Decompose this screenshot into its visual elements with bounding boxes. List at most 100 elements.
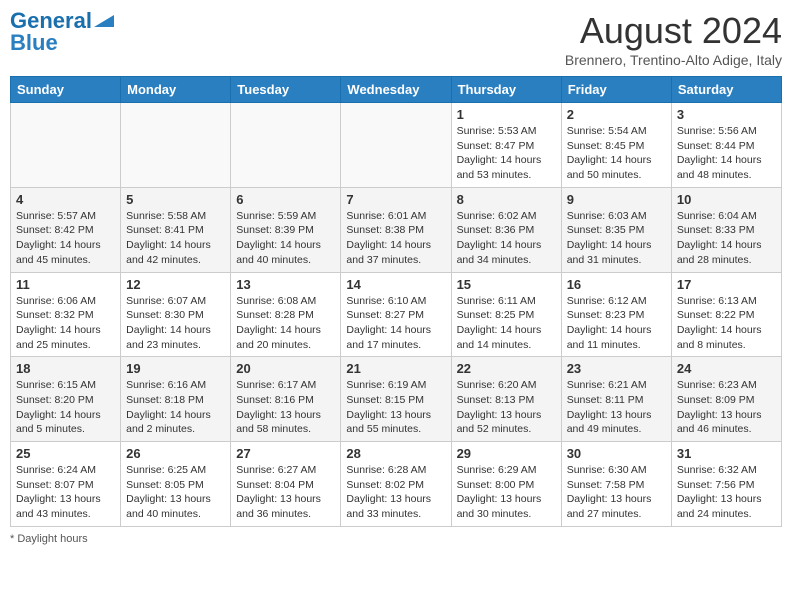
footer-note: * Daylight hours bbox=[10, 533, 782, 545]
day-info: Sunrise: 6:07 AMSunset: 8:30 PMDaylight:… bbox=[126, 294, 225, 353]
day-info: Sunrise: 5:59 AMSunset: 8:39 PMDaylight:… bbox=[236, 209, 335, 268]
day-info: Sunrise: 6:04 AMSunset: 8:33 PMDaylight:… bbox=[677, 209, 776, 268]
day-info: Sunrise: 6:02 AMSunset: 8:36 PMDaylight:… bbox=[457, 209, 556, 268]
calendar-cell: 16 Sunrise: 6:12 AMSunset: 8:23 PMDayligh… bbox=[561, 272, 671, 357]
day-number: 4 bbox=[16, 192, 115, 207]
day-number: 27 bbox=[236, 446, 335, 461]
day-info: Sunrise: 6:01 AMSunset: 8:38 PMDaylight:… bbox=[346, 209, 445, 268]
day-number: 1 bbox=[457, 107, 556, 122]
day-info: Sunrise: 6:10 AMSunset: 8:27 PMDaylight:… bbox=[346, 294, 445, 353]
day-info: Sunrise: 6:13 AMSunset: 8:22 PMDaylight:… bbox=[677, 294, 776, 353]
day-number: 12 bbox=[126, 277, 225, 292]
day-number: 7 bbox=[346, 192, 445, 207]
calendar: SundayMondayTuesdayWednesdayThursdayFrid… bbox=[10, 76, 782, 527]
calendar-week-row: 18 Sunrise: 6:15 AMSunset: 8:20 PMDayligh… bbox=[11, 357, 782, 442]
title-block: August 2024 Brennero, Trentino-Alto Adig… bbox=[565, 10, 782, 68]
page-header: General Blue August 2024 Brennero, Trent… bbox=[10, 10, 782, 68]
calendar-week-row: 25 Sunrise: 6:24 AMSunset: 8:07 PMDayligh… bbox=[11, 442, 782, 527]
day-info: Sunrise: 6:06 AMSunset: 8:32 PMDaylight:… bbox=[16, 294, 115, 353]
calendar-cell: 12 Sunrise: 6:07 AMSunset: 8:30 PMDayligh… bbox=[121, 272, 231, 357]
day-info: Sunrise: 5:58 AMSunset: 8:41 PMDaylight:… bbox=[126, 209, 225, 268]
day-number: 18 bbox=[16, 361, 115, 376]
calendar-cell: 31 Sunrise: 6:32 AMSunset: 7:56 PMDayligh… bbox=[671, 442, 781, 527]
calendar-cell: 10 Sunrise: 6:04 AMSunset: 8:33 PMDayligh… bbox=[671, 187, 781, 272]
calendar-cell: 11 Sunrise: 6:06 AMSunset: 8:32 PMDayligh… bbox=[11, 272, 121, 357]
day-info: Sunrise: 6:24 AMSunset: 8:07 PMDaylight:… bbox=[16, 463, 115, 522]
day-info: Sunrise: 6:28 AMSunset: 8:02 PMDaylight:… bbox=[346, 463, 445, 522]
calendar-cell: 2 Sunrise: 5:54 AMSunset: 8:45 PMDaylight… bbox=[561, 103, 671, 188]
day-number: 25 bbox=[16, 446, 115, 461]
logo-text: General bbox=[10, 10, 92, 32]
calendar-cell bbox=[341, 103, 451, 188]
day-info: Sunrise: 6:08 AMSunset: 8:28 PMDaylight:… bbox=[236, 294, 335, 353]
day-number: 29 bbox=[457, 446, 556, 461]
calendar-cell: 23 Sunrise: 6:21 AMSunset: 8:11 PMDayligh… bbox=[561, 357, 671, 442]
day-number: 17 bbox=[677, 277, 776, 292]
day-number: 23 bbox=[567, 361, 666, 376]
day-info: Sunrise: 6:27 AMSunset: 8:04 PMDaylight:… bbox=[236, 463, 335, 522]
day-info: Sunrise: 6:12 AMSunset: 8:23 PMDaylight:… bbox=[567, 294, 666, 353]
day-info: Sunrise: 6:16 AMSunset: 8:18 PMDaylight:… bbox=[126, 378, 225, 437]
day-number: 2 bbox=[567, 107, 666, 122]
day-info: Sunrise: 6:21 AMSunset: 8:11 PMDaylight:… bbox=[567, 378, 666, 437]
day-number: 19 bbox=[126, 361, 225, 376]
calendar-cell: 8 Sunrise: 6:02 AMSunset: 8:36 PMDaylight… bbox=[451, 187, 561, 272]
calendar-cell: 22 Sunrise: 6:20 AMSunset: 8:13 PMDayligh… bbox=[451, 357, 561, 442]
day-info: Sunrise: 6:19 AMSunset: 8:15 PMDaylight:… bbox=[346, 378, 445, 437]
day-info: Sunrise: 6:32 AMSunset: 7:56 PMDaylight:… bbox=[677, 463, 776, 522]
calendar-header: SundayMondayTuesdayWednesdayThursdayFrid… bbox=[11, 77, 782, 103]
day-info: Sunrise: 5:53 AMSunset: 8:47 PMDaylight:… bbox=[457, 124, 556, 183]
day-number: 26 bbox=[126, 446, 225, 461]
day-info: Sunrise: 6:30 AMSunset: 7:58 PMDaylight:… bbox=[567, 463, 666, 522]
calendar-cell: 26 Sunrise: 6:25 AMSunset: 8:05 PMDayligh… bbox=[121, 442, 231, 527]
dow-header: Monday bbox=[121, 77, 231, 103]
day-number: 16 bbox=[567, 277, 666, 292]
day-number: 10 bbox=[677, 192, 776, 207]
calendar-cell: 6 Sunrise: 5:59 AMSunset: 8:39 PMDaylight… bbox=[231, 187, 341, 272]
day-number: 31 bbox=[677, 446, 776, 461]
calendar-cell: 3 Sunrise: 5:56 AMSunset: 8:44 PMDaylight… bbox=[671, 103, 781, 188]
day-number: 6 bbox=[236, 192, 335, 207]
calendar-cell: 18 Sunrise: 6:15 AMSunset: 8:20 PMDayligh… bbox=[11, 357, 121, 442]
calendar-cell: 19 Sunrise: 6:16 AMSunset: 8:18 PMDayligh… bbox=[121, 357, 231, 442]
calendar-week-row: 11 Sunrise: 6:06 AMSunset: 8:32 PMDayligh… bbox=[11, 272, 782, 357]
calendar-cell: 20 Sunrise: 6:17 AMSunset: 8:16 PMDayligh… bbox=[231, 357, 341, 442]
day-number: 20 bbox=[236, 361, 335, 376]
month-title: August 2024 bbox=[565, 10, 782, 52]
day-number: 21 bbox=[346, 361, 445, 376]
logo: General Blue bbox=[10, 10, 114, 54]
calendar-cell: 14Sunrise: 6:10 AMSunset: 8:27 PMDayligh… bbox=[341, 272, 451, 357]
day-info: Sunrise: 6:25 AMSunset: 8:05 PMDaylight:… bbox=[126, 463, 225, 522]
calendar-cell: 7 Sunrise: 6:01 AMSunset: 8:38 PMDaylight… bbox=[341, 187, 451, 272]
day-number: 5 bbox=[126, 192, 225, 207]
calendar-cell: 15 Sunrise: 6:11 AMSunset: 8:25 PMDayligh… bbox=[451, 272, 561, 357]
calendar-cell: 24Sunrise: 6:23 AMSunset: 8:09 PMDayligh… bbox=[671, 357, 781, 442]
day-number: 3 bbox=[677, 107, 776, 122]
calendar-cell bbox=[231, 103, 341, 188]
dow-header: Friday bbox=[561, 77, 671, 103]
day-info: Sunrise: 6:03 AMSunset: 8:35 PMDaylight:… bbox=[567, 209, 666, 268]
calendar-cell: 29Sunrise: 6:29 AMSunset: 8:00 PMDayligh… bbox=[451, 442, 561, 527]
day-info: Sunrise: 6:11 AMSunset: 8:25 PMDaylight:… bbox=[457, 294, 556, 353]
calendar-cell: 5 Sunrise: 5:58 AMSunset: 8:41 PMDaylight… bbox=[121, 187, 231, 272]
calendar-cell: 30Sunrise: 6:30 AMSunset: 7:58 PMDayligh… bbox=[561, 442, 671, 527]
day-info: Sunrise: 6:15 AMSunset: 8:20 PMDaylight:… bbox=[16, 378, 115, 437]
dow-header: Thursday bbox=[451, 77, 561, 103]
day-info: Sunrise: 6:20 AMSunset: 8:13 PMDaylight:… bbox=[457, 378, 556, 437]
day-number: 13 bbox=[236, 277, 335, 292]
dow-header: Sunday bbox=[11, 77, 121, 103]
day-info: Sunrise: 6:17 AMSunset: 8:16 PMDaylight:… bbox=[236, 378, 335, 437]
calendar-week-row: 1 Sunrise: 5:53 AMSunset: 8:47 PMDaylight… bbox=[11, 103, 782, 188]
day-info: Sunrise: 5:57 AMSunset: 8:42 PMDaylight:… bbox=[16, 209, 115, 268]
day-number: 15 bbox=[457, 277, 556, 292]
logo-icon bbox=[94, 15, 114, 27]
calendar-cell: 13 Sunrise: 6:08 AMSunset: 8:28 PMDayligh… bbox=[231, 272, 341, 357]
day-info: Sunrise: 5:56 AMSunset: 8:44 PMDaylight:… bbox=[677, 124, 776, 183]
day-number: 11 bbox=[16, 277, 115, 292]
day-info: Sunrise: 5:54 AMSunset: 8:45 PMDaylight:… bbox=[567, 124, 666, 183]
calendar-cell: 9Sunrise: 6:03 AMSunset: 8:35 PMDaylight… bbox=[561, 187, 671, 272]
day-number: 8 bbox=[457, 192, 556, 207]
day-number: 22 bbox=[457, 361, 556, 376]
calendar-cell: 1 Sunrise: 5:53 AMSunset: 8:47 PMDaylight… bbox=[451, 103, 561, 188]
calendar-cell bbox=[11, 103, 121, 188]
